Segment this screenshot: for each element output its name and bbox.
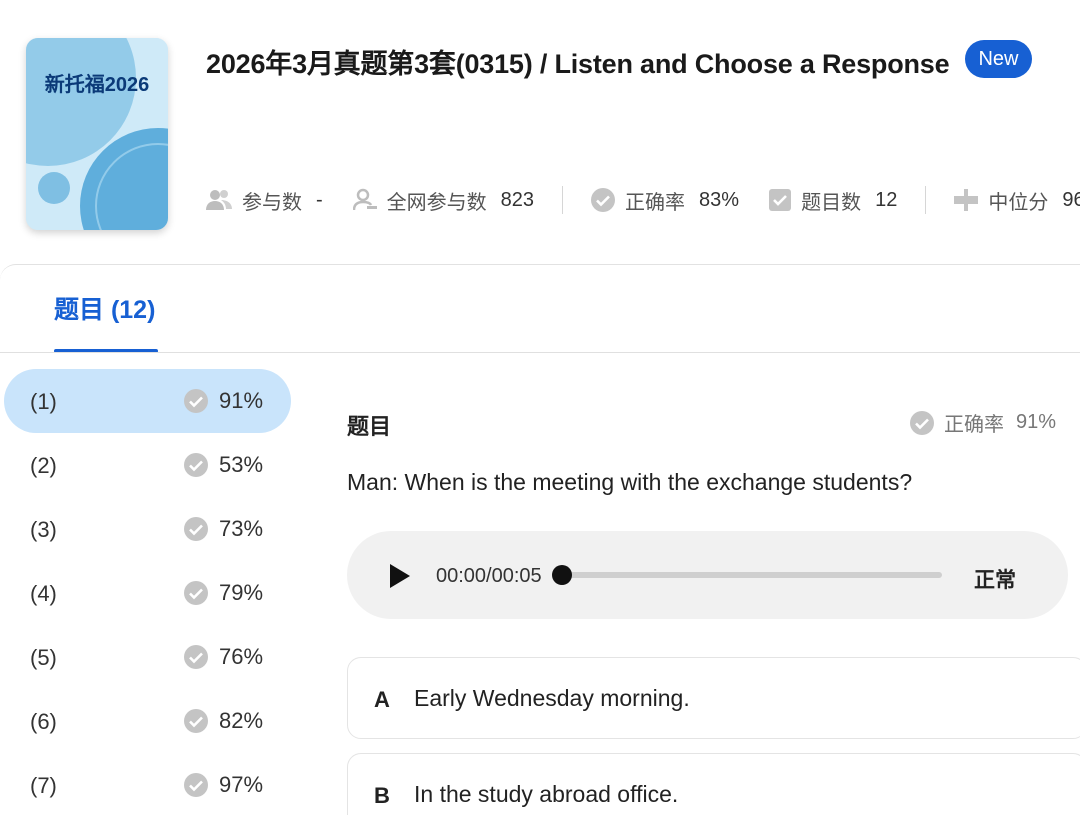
question-number: (7)	[30, 773, 57, 798]
median-icon	[954, 189, 979, 211]
option-text: Early Wednesday morning.	[414, 685, 690, 711]
question-number: (1)	[30, 389, 57, 414]
question-accuracy: 76%	[219, 644, 264, 669]
question-heading: 题目	[347, 414, 392, 439]
stat-divider	[925, 186, 927, 214]
question-item-3[interactable]: (3) 73%	[4, 497, 291, 561]
audio-time: 00:00/00:05	[436, 565, 542, 587]
question-item-6[interactable]: (6) 82%	[4, 689, 291, 753]
stat-accuracy: 正确率 83%	[591, 186, 739, 215]
question-accuracy: 73%	[219, 516, 264, 541]
question-accuracy: 91%	[219, 388, 264, 413]
stat-value: 96	[1062, 188, 1080, 211]
question-number: (5)	[30, 645, 57, 670]
cover-art	[26, 38, 168, 230]
audio-player: 00:00/00:05 正常	[347, 531, 1068, 619]
audio-seek-bar[interactable]	[562, 572, 942, 578]
check-circle-icon	[591, 188, 616, 212]
question-number: (2)	[30, 453, 57, 478]
question-item-2[interactable]: (2) 53%	[4, 433, 291, 497]
question-accuracy-summary: 正确率 91%	[909, 408, 1056, 437]
check-circle-icon	[184, 773, 208, 797]
check-circle-icon	[184, 645, 208, 669]
question-accuracy: 79%	[219, 580, 264, 605]
checkbox-icon	[769, 189, 792, 211]
page-title: 2026年3月真题第3套(0315) / Listen and Choose a…	[206, 49, 950, 79]
stat-value: 83%	[699, 188, 740, 211]
question-accuracy: 97%	[219, 772, 264, 797]
option-text: In the study abroad office.	[414, 781, 679, 807]
stat-label: 中位分	[988, 191, 1049, 214]
stat-divider	[562, 186, 564, 214]
stat-value: 823	[500, 188, 535, 211]
check-circle-icon	[184, 517, 208, 541]
question-number: (4)	[30, 581, 57, 606]
check-circle-icon	[184, 581, 208, 605]
question-item-5[interactable]: (5) 76%	[4, 625, 291, 689]
stat-participants: 参与数 -	[206, 186, 323, 215]
users-icon	[206, 190, 232, 210]
answer-option-b[interactable]: B In the study abroad office.	[347, 753, 1080, 815]
option-letter: B	[374, 783, 390, 808]
question-item-1[interactable]: (1) 91%	[4, 369, 291, 433]
stat-total-participants: 全网参与数 823	[352, 186, 535, 215]
stat-label: 参与数	[242, 191, 302, 214]
answer-option-a[interactable]: A Early Wednesday morning.	[347, 657, 1080, 739]
accuracy-label: 正确率	[943, 414, 1004, 436]
stat-value: -	[316, 188, 323, 211]
content-panel	[0, 264, 1080, 354]
tab-questions[interactable]: 题目 (12)	[54, 290, 155, 326]
playback-speed-button[interactable]: 正常	[974, 564, 1016, 594]
question-item-7[interactable]: (7) 97%	[4, 753, 291, 815]
stat-median: 中位分 96	[954, 186, 1080, 215]
question-number: (6)	[30, 709, 57, 734]
audio-seek-handle[interactable]	[552, 565, 572, 585]
stat-label: 全网参与数	[386, 191, 487, 214]
question-accuracy: 53%	[219, 452, 264, 477]
question-list: (1) 91% (2) 53% (3) 73% (4) 79% (5) 76% …	[4, 369, 291, 815]
check-circle-icon	[909, 410, 934, 435]
question-text: Man: When is the meeting with the exchan…	[347, 469, 913, 495]
stats-bar: 参与数 - 全网参与数 823 正确率 83% 题目数 12 中位分 96	[206, 184, 1080, 216]
stat-question-count: 题目数 12	[769, 186, 897, 215]
accuracy-value: 91%	[1015, 411, 1056, 433]
check-circle-icon	[184, 453, 208, 477]
tab-divider	[0, 352, 1080, 353]
question-item-4[interactable]: (4) 79%	[4, 561, 291, 625]
new-badge: New	[965, 40, 1032, 78]
question-accuracy: 82%	[219, 708, 264, 733]
check-circle-icon	[184, 709, 208, 733]
check-circle-icon	[184, 389, 208, 413]
question-number: (3)	[30, 517, 57, 542]
user-icon	[352, 188, 377, 211]
stat-label: 正确率	[625, 191, 686, 214]
option-letter: A	[374, 687, 390, 712]
play-icon[interactable]	[387, 563, 413, 589]
stat-value: 12	[875, 188, 898, 211]
course-cover: 新托福2026	[26, 38, 168, 230]
cover-title: 新托福2026	[44, 74, 150, 96]
stat-label: 题目数	[801, 191, 862, 214]
